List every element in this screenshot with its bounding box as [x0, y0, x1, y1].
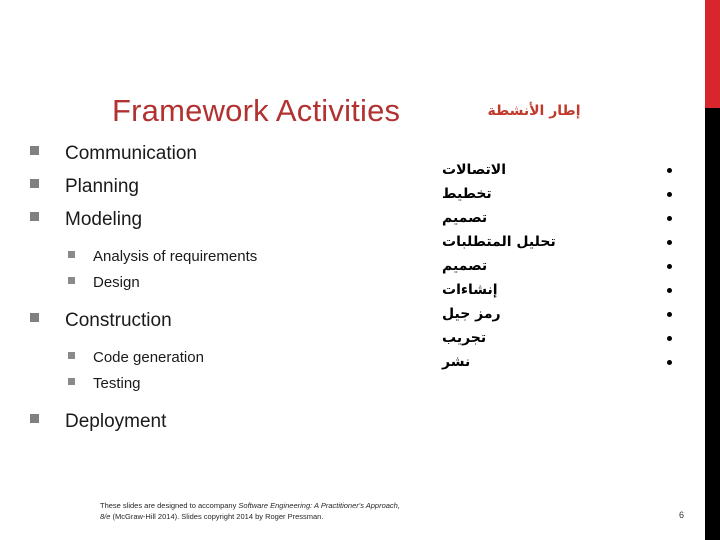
list-item-label: تصميم	[442, 258, 488, 274]
list-item: Design	[68, 273, 360, 299]
square-bullet-icon	[30, 313, 39, 322]
list-item-label: Communication	[65, 143, 197, 164]
page-title-arabic: إطار الأنشطة	[487, 103, 581, 119]
page-title: Framework Activities	[112, 93, 401, 128]
list-item: Construction	[30, 308, 360, 339]
list-item: Communication	[30, 141, 360, 172]
list-item-label: إنشاءات	[442, 282, 498, 298]
round-bullet-icon	[667, 239, 672, 245]
square-bullet-icon	[30, 146, 39, 155]
list-item: الاتصالات	[442, 158, 672, 182]
square-bullet-icon	[68, 277, 75, 284]
list-item: تجريب	[442, 326, 672, 350]
list-item-label: Planning	[65, 176, 139, 197]
list-item-label: Deployment	[65, 411, 167, 432]
list-item: Planning	[30, 174, 360, 205]
list-item-label: تصميم	[442, 210, 488, 226]
list-item-label: تخطيط	[442, 186, 492, 202]
list-item: Analysis of requirements	[68, 247, 360, 273]
footer-edition: 8/e	[100, 512, 111, 521]
list-item: تصميم	[442, 254, 672, 278]
list-item-label: Construction	[65, 310, 172, 331]
footer-line2-suffix: (McGraw-Hill 2014). Slides copyright 201…	[110, 512, 324, 521]
list-item: نشر	[442, 350, 672, 374]
list-item: رمز جيل	[442, 302, 672, 326]
list-item: Code generation	[68, 348, 360, 374]
list-item-label: نشر	[442, 354, 471, 370]
slide-canvas: Framework Activities إطار الأنشطة Commun…	[0, 0, 720, 540]
square-bullet-icon	[68, 352, 75, 359]
list-item-label: Testing	[93, 375, 141, 392]
footer-book-title: Software Engineering: A Practitioner's A…	[238, 501, 400, 510]
right-edge-black-bar	[705, 108, 720, 540]
round-bullet-icon	[667, 191, 672, 197]
list-item: تحليل المتطلبات	[442, 230, 672, 254]
list-item-label: رمز جيل	[442, 306, 501, 322]
square-bullet-icon	[68, 378, 75, 385]
list-item-label: Analysis of requirements	[93, 248, 258, 265]
round-bullet-icon	[667, 215, 672, 221]
round-bullet-icon	[667, 167, 672, 173]
list-item-label: Modeling	[65, 209, 143, 230]
list-item: تخطيط	[442, 182, 672, 206]
footer-line1-prefix: These slides are designed to accompany	[100, 501, 239, 510]
round-bullet-icon	[667, 287, 672, 293]
square-bullet-icon	[30, 414, 39, 423]
round-bullet-icon	[667, 311, 672, 317]
square-bullet-icon	[68, 251, 75, 258]
page-number: 6	[679, 510, 685, 520]
list-item: Modeling	[30, 207, 360, 238]
list-item-label: تحليل المتطلبات	[442, 234, 556, 250]
outline-list: Communication Planning Modeling Analysis…	[30, 141, 360, 442]
square-bullet-icon	[30, 212, 39, 221]
square-bullet-icon	[30, 179, 39, 188]
list-item-label: Design	[93, 274, 140, 291]
round-bullet-icon	[667, 335, 672, 341]
list-item-label: Code generation	[93, 349, 204, 366]
round-bullet-icon	[667, 263, 672, 269]
round-bullet-icon	[667, 359, 672, 365]
list-item-label: تجريب	[442, 330, 487, 346]
list-item: Testing	[68, 374, 360, 400]
right-edge-red-bar	[705, 0, 720, 108]
list-item-label: الاتصالات	[442, 162, 507, 178]
list-item: تصميم	[442, 206, 672, 230]
arabic-outline-list: الاتصالات تخطيط تصميم تحليل المتطلبات تص…	[442, 158, 672, 374]
footer-credit: These slides are designed to accompany S…	[100, 500, 530, 522]
list-item: إنشاءات	[442, 278, 672, 302]
list-item: Deployment	[30, 409, 360, 440]
